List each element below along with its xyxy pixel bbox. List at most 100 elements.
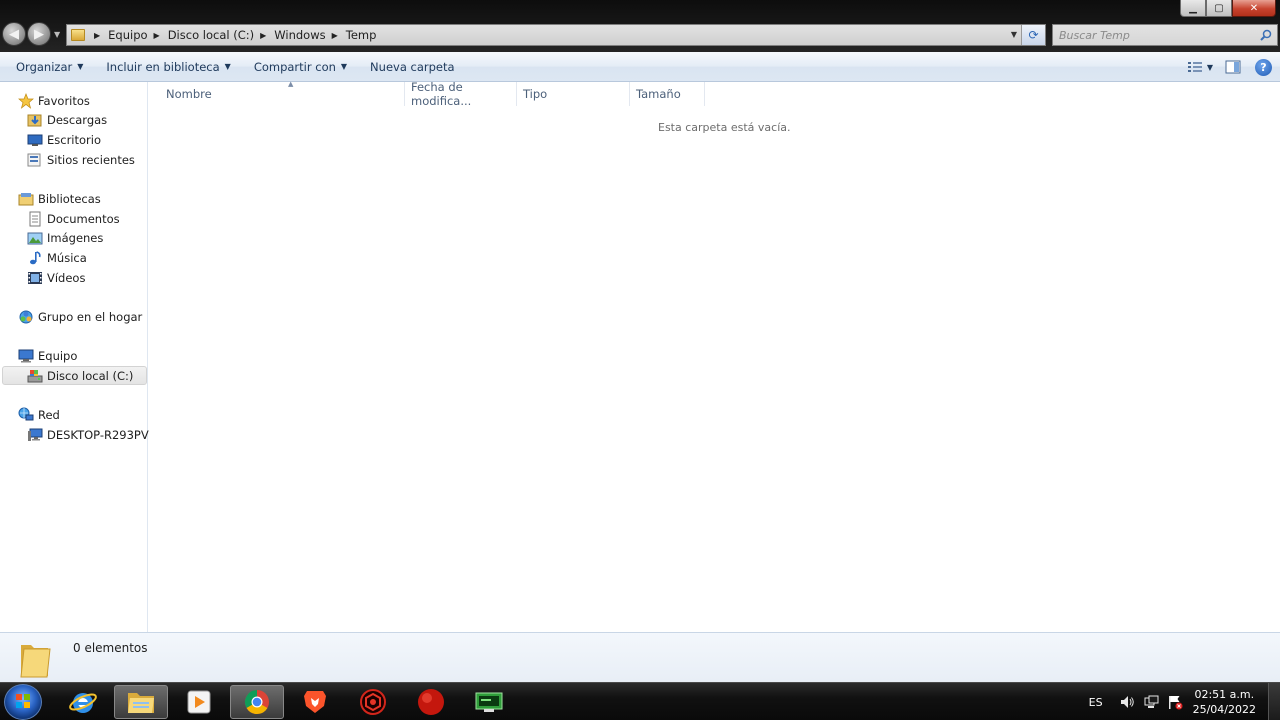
video-film-icon [27, 270, 43, 286]
taskbar-windows-explorer[interactable] [114, 685, 168, 719]
details-pane: 0 elementos [0, 632, 1280, 682]
column-header-type[interactable]: Tipo [517, 82, 630, 106]
maximize-button[interactable]: ▢ [1206, 0, 1232, 17]
sidebar-item-sitios-recientes[interactable]: Sitios recientes [27, 150, 135, 169]
window-controls: ▁ ▢ ✕ [1180, 0, 1276, 17]
taskbar-chrome[interactable] [230, 685, 284, 719]
empty-folder-message: Esta carpeta está vacía. [658, 121, 791, 134]
sidebar-item-label: Descargas [47, 112, 108, 127]
taskbar: ES 02:51 a.m. 25/04/2022 [0, 682, 1280, 720]
sidebar-item-label: Escritorio [47, 132, 102, 147]
address-history-dropdown[interactable]: ▼ [1011, 30, 1017, 39]
new-folder-button[interactable]: Nueva carpeta [362, 56, 463, 78]
clock[interactable]: 02:51 a.m. 25/04/2022 [1193, 687, 1256, 717]
column-header-name[interactable]: Nombre ▲ [160, 80, 405, 106]
sidebar-item-desktop-r293pv1[interactable]: DESKTOP-R293PV1 [27, 425, 156, 444]
refresh-icon: ⟳ [1028, 28, 1039, 42]
breadcrumb-separator-icon[interactable]: ▶ [332, 31, 338, 40]
refresh-button[interactable]: ⟳ [1021, 25, 1045, 45]
sidebar-item-escritorio[interactable]: Escritorio [27, 130, 101, 149]
column-header-size[interactable]: Tamaño [630, 82, 705, 106]
column-header-label: Fecha de modifica... [411, 80, 472, 108]
sidebar-group-label: Equipo [38, 348, 78, 363]
sidebar-group-label: Red [38, 407, 60, 422]
sidebar-item-descargas[interactable]: Descargas [27, 110, 107, 129]
taskbar-media-player[interactable] [172, 685, 226, 719]
item-count: 0 elementos [73, 641, 148, 655]
star-icon [18, 92, 34, 109]
command-bar: Organizar ▼ Incluir en biblioteca ▼ Compar… [0, 52, 1280, 82]
help-icon[interactable]: ? [1255, 58, 1272, 76]
chevron-down-icon: ▼ [340, 62, 348, 71]
recent-pages-dropdown[interactable]: ▼ [54, 30, 60, 39]
organize-menu-button[interactable]: Organizar ▼ [8, 56, 91, 78]
search-input[interactable] [1059, 28, 1254, 42]
action-center-flag-icon[interactable] [1167, 694, 1183, 710]
network-status-icon[interactable] [1143, 694, 1159, 710]
brave-lion-icon [304, 691, 326, 713]
volume-icon[interactable] [1119, 694, 1135, 710]
include-library-button[interactable]: Incluir en biblioteca ▼ [98, 56, 238, 78]
homegroup-icon [18, 309, 34, 325]
breadcrumb-item-temp[interactable]: Temp [346, 28, 377, 42]
breadcrumb-separator-icon[interactable]: ▶ [94, 31, 100, 40]
sidebar-group-label: Bibliotecas [38, 191, 101, 206]
taskbar-red-hex-app[interactable] [346, 685, 400, 719]
search-icon[interactable] [1260, 29, 1272, 41]
taskbar-internet-explorer[interactable] [56, 685, 110, 719]
sidebar-item-label: Imágenes [47, 230, 104, 245]
taskbar-brave[interactable] [288, 685, 342, 719]
share-with-button[interactable]: Compartir con ▼ [246, 56, 355, 78]
clock-time: 02:51 a.m. [1194, 688, 1255, 701]
file-list[interactable]: Nombre ▲ Fecha de modifica... Tipo Tamañ… [149, 80, 1280, 632]
recent-places-icon [27, 152, 43, 168]
windows-explorer-icon [128, 693, 154, 713]
sidebar-group-computer[interactable]: Equipo [18, 346, 77, 365]
windows-logo-icon [16, 694, 30, 708]
start-button[interactable] [4, 684, 42, 720]
minimize-button[interactable]: ▁ [1180, 0, 1206, 17]
green-terminal-icon [475, 692, 503, 712]
column-header-label: Nombre [166, 87, 212, 101]
sort-ascending-icon: ▲ [288, 80, 294, 88]
sidebar-group-homegroup[interactable]: Grupo en el hogar [18, 307, 142, 326]
taskbar-green-terminal-app[interactable] [462, 685, 516, 719]
media-player-icon [187, 690, 211, 714]
sidebar-group-libraries[interactable]: Bibliotecas [18, 189, 101, 208]
address-bar[interactable]: ▶ Equipo ▶ Disco local (C:) ▶ Windows ▶ … [66, 24, 1046, 46]
preview-pane-button[interactable] [1223, 57, 1243, 77]
arrow-right-icon: ▶ [34, 26, 44, 42]
search-box [1052, 24, 1278, 46]
breadcrumb-separator-icon[interactable]: ▶ [154, 31, 160, 40]
breadcrumb-item-equipo[interactable]: Equipo [108, 28, 147, 42]
breadcrumb-separator-icon[interactable]: ▶ [260, 31, 266, 40]
breadcrumb-item-windows[interactable]: Windows [274, 28, 325, 42]
share-with-label: Compartir con [253, 59, 336, 74]
breadcrumb-item-disco-local[interactable]: Disco local (C:) [168, 28, 254, 42]
include-library-label: Incluir en biblioteca [106, 59, 220, 74]
sidebar-group-favorites[interactable]: Favoritos [18, 91, 90, 110]
forward-button[interactable]: ▶ [27, 22, 51, 46]
show-desktop-button[interactable] [1268, 683, 1280, 720]
language-indicator[interactable]: ES [1089, 696, 1103, 709]
close-button[interactable]: ✕ [1232, 0, 1276, 17]
sidebar-blank-area [27, 453, 107, 475]
change-view-button[interactable] [1185, 57, 1205, 77]
clock-date: 25/04/2022 [1192, 703, 1256, 716]
sidebar-item-musica[interactable]: Música [27, 248, 87, 267]
view-controls: ▼ ? [1185, 57, 1272, 77]
sidebar-item-label: Sitios recientes [47, 152, 135, 167]
sidebar-item-documentos[interactable]: Documentos [27, 209, 120, 228]
details-view-icon [1187, 62, 1202, 72]
view-options-dropdown[interactable]: ▼ [1207, 63, 1213, 72]
internet-explorer-icon [69, 693, 97, 713]
sidebar-item-label: Vídeos [47, 270, 86, 285]
sidebar-item-disco-local[interactable]: Disco local (C:) [2, 366, 147, 385]
column-header-date[interactable]: Fecha de modifica... [405, 80, 517, 108]
back-button[interactable]: ◀ [2, 22, 26, 46]
taskbar-red-globe-app[interactable] [404, 685, 458, 719]
sidebar-group-label: Grupo en el hogar [38, 309, 143, 324]
sidebar-group-network[interactable]: Red [18, 405, 60, 424]
sidebar-item-videos[interactable]: Vídeos [27, 268, 85, 287]
sidebar-item-imagenes[interactable]: Imágenes [27, 228, 103, 247]
